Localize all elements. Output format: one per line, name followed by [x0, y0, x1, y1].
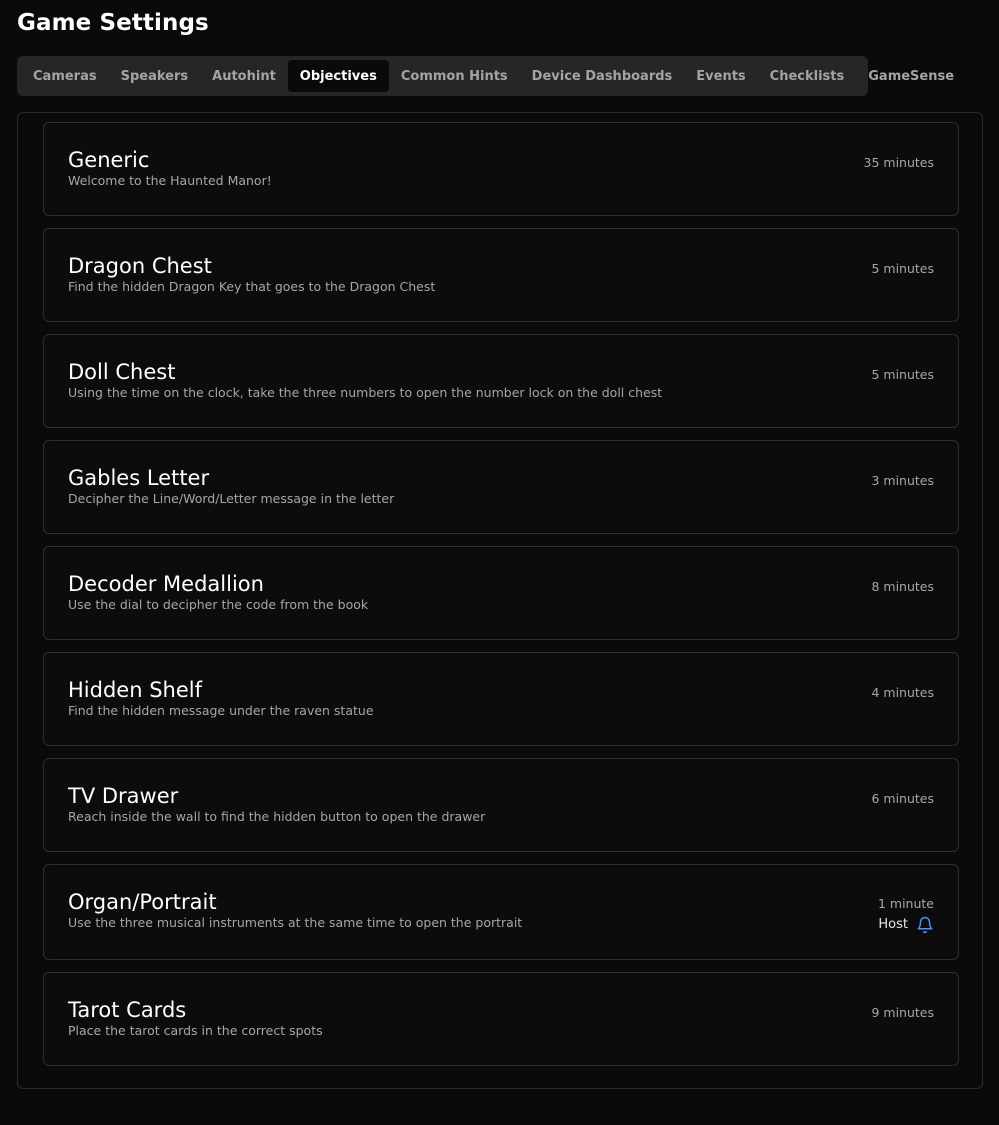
objective-title: Tarot Cards: [68, 998, 187, 1022]
tab-device-dashboards[interactable]: Device Dashboards: [520, 60, 685, 92]
objective-description: Find the hidden Dragon Key that goes to …: [68, 279, 436, 294]
tab-objectives[interactable]: Objectives: [287, 60, 389, 92]
objective-duration: 3 minutes: [871, 473, 934, 488]
objective-duration: 6 minutes: [871, 791, 934, 806]
objective-title: Hidden Shelf: [68, 678, 202, 702]
objective-description: Reach inside the wall to find the hidden…: [68, 809, 486, 824]
objective-card-decoder-medallion[interactable]: Decoder Medallion Use the dial to deciph…: [43, 546, 959, 640]
objective-description: Place the tarot cards in the correct spo…: [68, 1023, 323, 1038]
objective-title: Decoder Medallion: [68, 572, 264, 596]
objective-description: Use the three musical instruments at the…: [68, 915, 523, 930]
tab-autohint[interactable]: Autohint: [200, 60, 288, 92]
objective-duration: 35 minutes: [863, 155, 934, 170]
objective-card-organ-portrait[interactable]: Organ/Portrait Use the three musical ins…: [43, 864, 959, 960]
page-title: Game Settings: [17, 10, 209, 36]
objective-title: Gables Letter: [68, 466, 210, 490]
objective-duration: 9 minutes: [871, 1005, 934, 1020]
tab-speakers[interactable]: Speakers: [109, 60, 201, 92]
tab-gamesense[interactable]: GameSense: [856, 60, 966, 92]
objective-title: Dragon Chest: [68, 254, 212, 278]
objective-duration: 4 minutes: [871, 685, 934, 700]
tab-common-hints[interactable]: Common Hints: [389, 60, 520, 92]
objective-card-dragon-chest[interactable]: Dragon Chest Find the hidden Dragon Key …: [43, 228, 959, 322]
objective-description: Decipher the Line/Word/Letter message in…: [68, 491, 395, 506]
objective-card-doll-chest[interactable]: Doll Chest Using the time on the clock, …: [43, 334, 959, 428]
objective-duration: 1 minute: [877, 896, 934, 911]
objective-description: Welcome to the Haunted Manor!: [68, 173, 272, 188]
tab-events[interactable]: Events: [684, 60, 757, 92]
objective-title: Generic: [68, 148, 150, 172]
objective-description: Using the time on the clock, take the th…: [68, 385, 663, 400]
objectives-panel: Generic Welcome to the Haunted Manor! 35…: [17, 112, 983, 1089]
objective-duration: 5 minutes: [871, 367, 934, 382]
tab-checklists[interactable]: Checklists: [758, 60, 857, 92]
tab-cameras[interactable]: Cameras: [21, 60, 109, 92]
objective-description: Find the hidden message under the raven …: [68, 703, 374, 718]
host-label: Host: [878, 917, 908, 932]
tab-bar: Cameras Speakers Autohint Objectives Com…: [17, 56, 954, 96]
objective-card-tarot-cards[interactable]: Tarot Cards Place the tarot cards in the…: [43, 972, 959, 1066]
objective-card-tv-drawer[interactable]: TV Drawer Reach inside the wall to find …: [43, 758, 959, 852]
host-indicator[interactable]: Host: [878, 916, 934, 934]
objectives-list: Generic Welcome to the Haunted Manor! 35…: [43, 122, 959, 1078]
objective-duration: 5 minutes: [871, 261, 934, 276]
objective-card-hidden-shelf[interactable]: Hidden Shelf Find the hidden message und…: [43, 652, 959, 746]
objective-duration: 8 minutes: [871, 579, 934, 594]
objective-title: TV Drawer: [68, 784, 179, 808]
objective-card-gables-letter[interactable]: Gables Letter Decipher the Line/Word/Let…: [43, 440, 959, 534]
bell-icon[interactable]: [916, 916, 934, 934]
objective-title: Organ/Portrait: [68, 890, 217, 914]
objective-card-generic[interactable]: Generic Welcome to the Haunted Manor! 35…: [43, 122, 959, 216]
objective-description: Use the dial to decipher the code from t…: [68, 597, 369, 612]
objective-title: Doll Chest: [68, 360, 176, 384]
